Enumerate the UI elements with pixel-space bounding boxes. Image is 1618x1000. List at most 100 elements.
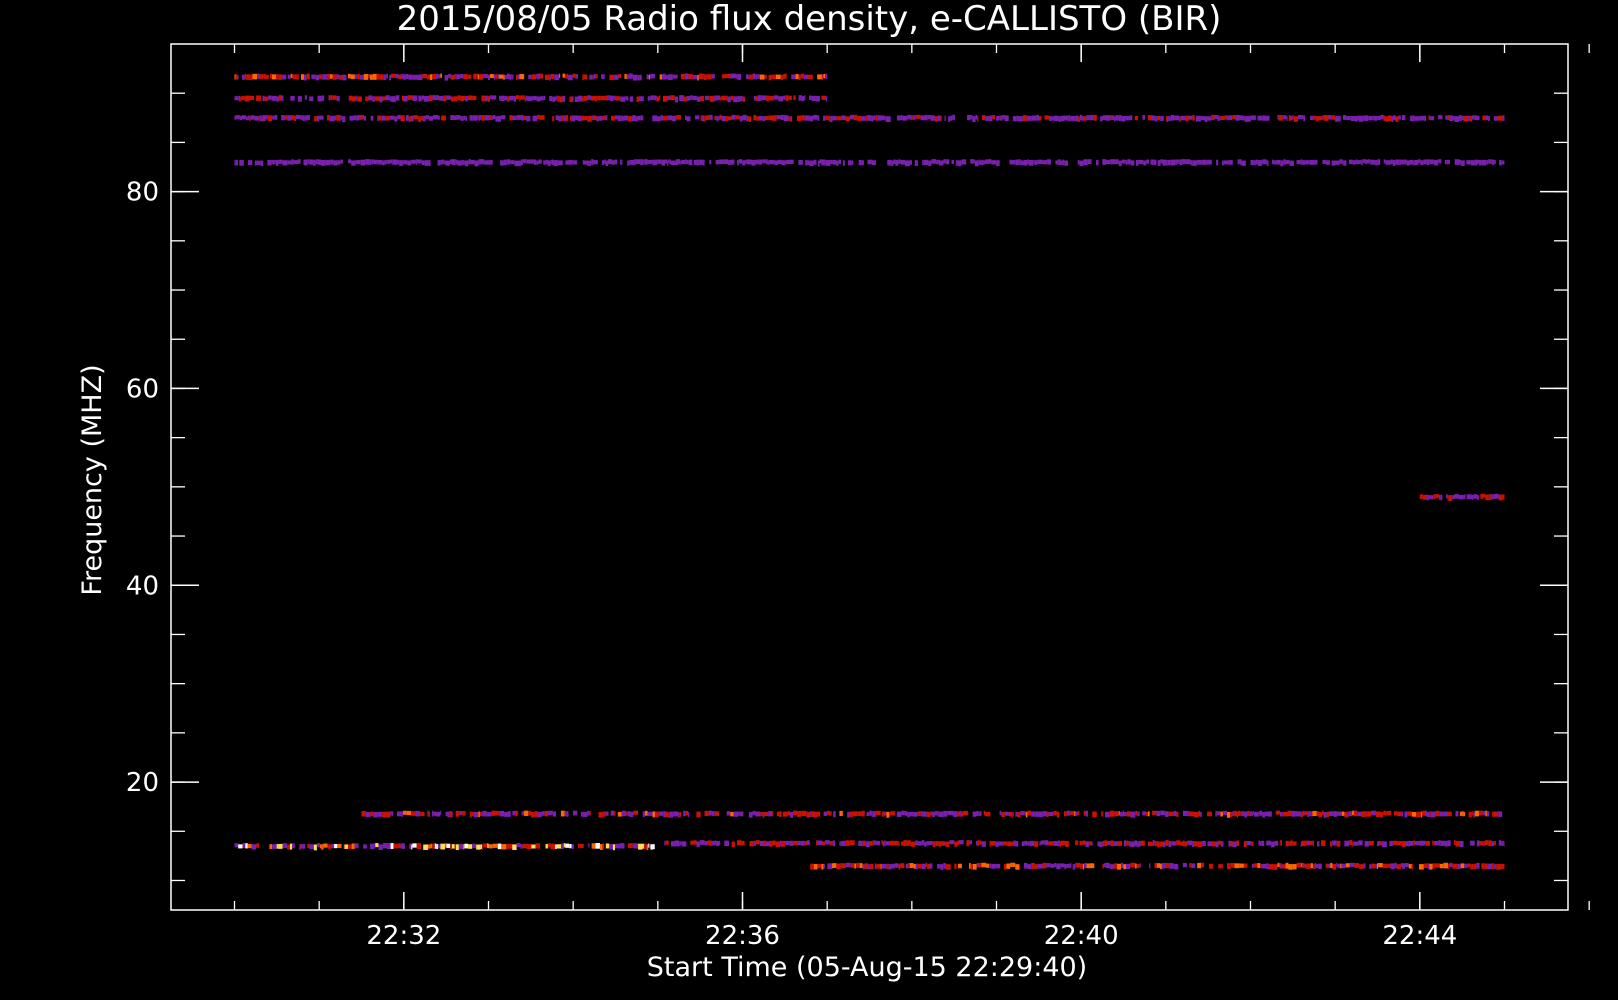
band-segment xyxy=(459,74,464,79)
band-segment xyxy=(1004,811,1009,816)
band-segment xyxy=(720,96,722,101)
band-segment xyxy=(234,115,237,120)
band-segment xyxy=(478,159,480,166)
band-segment xyxy=(959,840,964,845)
band-segment xyxy=(1454,494,1459,499)
band-segment xyxy=(1413,160,1415,166)
band-segment xyxy=(1102,811,1104,817)
band-segment xyxy=(678,159,681,165)
band-segment xyxy=(1211,114,1215,120)
band-segment xyxy=(943,810,948,817)
band-segment xyxy=(400,843,402,849)
band-segment xyxy=(1023,862,1028,869)
band-segment xyxy=(428,160,431,166)
band-segment xyxy=(1435,810,1440,817)
band-segment xyxy=(573,810,578,816)
band-segment xyxy=(647,159,653,164)
band-segment xyxy=(1102,115,1106,121)
band-segment xyxy=(1282,115,1287,120)
band-segment xyxy=(739,811,744,817)
band-segment xyxy=(408,116,411,123)
band-segment xyxy=(881,840,883,845)
band-segment xyxy=(497,73,499,79)
band-segment xyxy=(234,96,239,101)
band-segment xyxy=(464,843,469,849)
band-segment xyxy=(630,811,634,818)
band-segment xyxy=(885,116,891,123)
band-segment xyxy=(981,841,986,847)
band-segment xyxy=(972,811,977,817)
band-segment xyxy=(304,115,307,121)
band-segment xyxy=(975,114,978,120)
band-segment xyxy=(589,160,592,167)
band-segment xyxy=(356,95,358,101)
band-segment xyxy=(1363,115,1369,121)
band-segment xyxy=(1282,811,1288,817)
band-segment xyxy=(841,840,846,847)
band-segment xyxy=(1378,863,1383,868)
band-segment xyxy=(589,74,593,80)
band-segment xyxy=(1487,863,1493,870)
band-segment xyxy=(1443,862,1449,869)
band-segment xyxy=(1021,841,1025,847)
band-segment xyxy=(1424,810,1427,817)
band-segment xyxy=(369,159,372,165)
band-segment xyxy=(526,115,531,122)
band-segment xyxy=(569,96,573,103)
band-segment xyxy=(416,159,422,164)
band-segment xyxy=(1503,841,1505,847)
band-segment xyxy=(1162,841,1166,848)
band-segment xyxy=(1157,115,1161,121)
band-segment xyxy=(997,841,1000,847)
band-segment xyxy=(1444,840,1448,847)
band-segment xyxy=(668,159,670,164)
band-segment xyxy=(548,810,553,815)
band-segment xyxy=(242,843,246,849)
band-segment xyxy=(1258,840,1260,846)
band-segment xyxy=(307,843,310,849)
band-segment xyxy=(1047,159,1051,165)
band-segment xyxy=(643,159,645,164)
band-segment xyxy=(369,74,373,80)
band-segment xyxy=(669,159,672,165)
band-segment xyxy=(1349,811,1353,817)
band-segment xyxy=(1409,840,1414,846)
band-segment xyxy=(757,74,760,79)
band-segment xyxy=(436,844,438,850)
band-segment xyxy=(692,74,698,80)
band-segment xyxy=(508,96,510,102)
band-segment xyxy=(1304,811,1308,816)
band-segment xyxy=(596,74,598,79)
band-segment xyxy=(1230,811,1233,818)
band-segment xyxy=(984,159,988,164)
band-segment xyxy=(1055,160,1059,165)
band-segment xyxy=(972,116,976,123)
band-segment xyxy=(271,74,277,80)
band-segment xyxy=(711,840,715,846)
band-segment xyxy=(995,863,1001,869)
band-segment xyxy=(1121,862,1124,869)
band-segment xyxy=(1430,811,1436,818)
bright-band-6 xyxy=(234,114,1505,123)
band-segment xyxy=(1426,159,1430,166)
band-segment xyxy=(887,159,892,166)
band-segment xyxy=(1126,811,1131,817)
band-segment xyxy=(446,95,451,100)
band-segment xyxy=(487,96,491,102)
band-segment xyxy=(803,74,808,80)
band-segment xyxy=(561,115,564,121)
band-segment xyxy=(365,96,368,102)
band-segment xyxy=(384,160,387,165)
band-segment xyxy=(351,96,357,102)
band-segment xyxy=(422,73,428,79)
band-segment xyxy=(1427,863,1430,870)
band-segment xyxy=(869,810,872,816)
band-segment xyxy=(1160,159,1163,164)
band-segment xyxy=(1038,811,1044,818)
band-segment xyxy=(1267,811,1272,817)
band-segment xyxy=(781,840,786,847)
band-segment xyxy=(862,810,865,817)
band-segment xyxy=(1312,864,1315,870)
band-segment xyxy=(748,74,752,80)
band-segment xyxy=(1416,811,1421,818)
